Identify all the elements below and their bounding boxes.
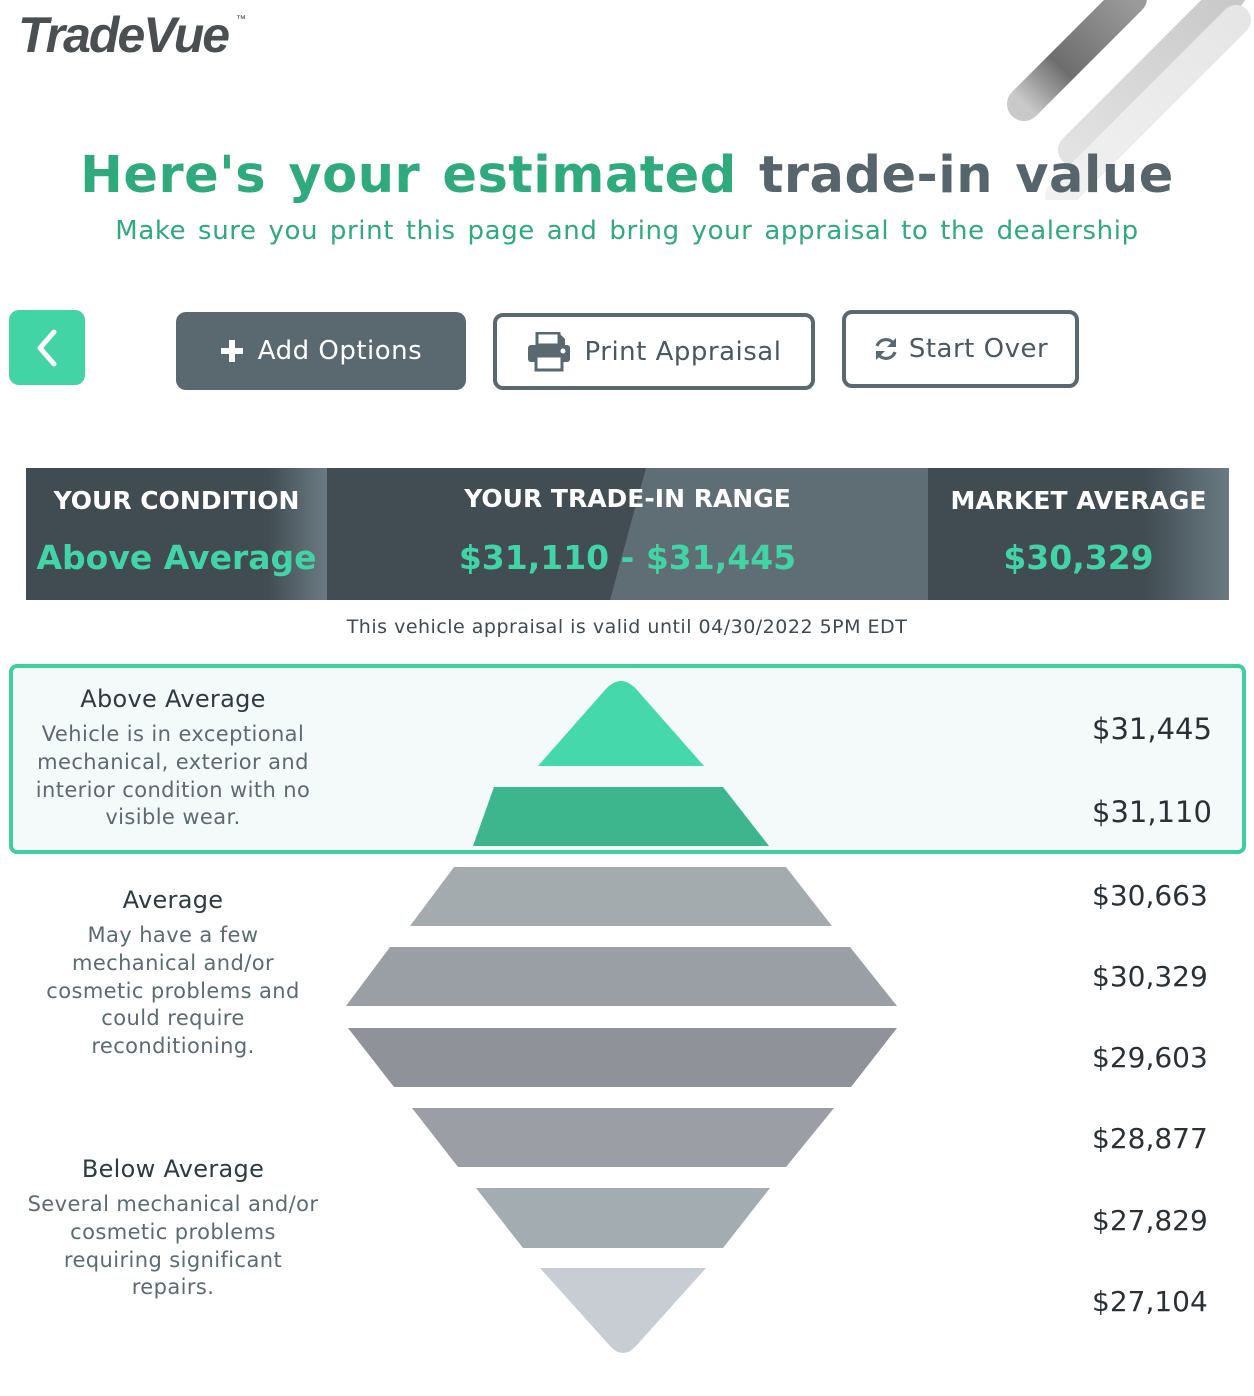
trade-in-range-cell: YOUR TRADE-IN RANGE $31,110 - $31,445	[327, 468, 928, 600]
diamond-tier-1	[538, 681, 704, 766]
price-level-7: $27,829	[1092, 1204, 1208, 1237]
condition-description-above-average: Vehicle is in exceptional mechanical, ex…	[35, 722, 311, 830]
back-button[interactable]	[9, 310, 85, 385]
trade-in-range-value: $31,110 - $31,445	[458, 538, 797, 577]
appraisal-validity-note: This vehicle appraisal is valid until 04…	[346, 616, 908, 638]
page-title-dark: trade-in value	[759, 146, 1174, 205]
your-condition-label: YOUR CONDITION	[53, 486, 300, 515]
print-appraisal-button[interactable]: Print Appraisal	[493, 313, 815, 390]
diamond-tier-5	[348, 1028, 897, 1087]
printer-icon	[527, 331, 570, 371]
diamond-tier-7	[476, 1188, 770, 1248]
price-level-5: $29,603	[1092, 1041, 1208, 1074]
your-condition-value: Above Average	[36, 538, 317, 577]
print-appraisal-label: Print Appraisal	[584, 336, 782, 367]
market-average-label: MARKET AVERAGE	[950, 486, 1207, 515]
add-options-label: Add Options	[257, 336, 423, 366]
condition-title-below-average: Below Average	[81, 1155, 265, 1183]
price-level-4: $30,329	[1092, 960, 1208, 993]
condition-diamond-chart	[346, 681, 897, 1353]
market-average-value: $30,329	[1003, 538, 1154, 577]
trade-in-range-label: YOUR TRADE-IN RANGE	[464, 484, 791, 513]
page-title: Here's your estimated trade-in value	[0, 146, 1254, 205]
price-level-6: $28,877	[1092, 1122, 1208, 1155]
condition-title-average: Average	[122, 886, 224, 914]
tradevue-logo: TradeVue	[18, 7, 230, 63]
price-level-2: $31,110	[1092, 795, 1212, 829]
your-condition-cell: YOUR CONDITION Above Average	[26, 468, 327, 600]
condition-description-below-average: Several mechanical and/or cosmetic probl…	[27, 1192, 319, 1300]
plus-icon	[220, 340, 243, 362]
price-level-8: $27,104	[1092, 1285, 1208, 1318]
chevron-left-icon	[37, 329, 57, 366]
condition-description-average: May have a few mechanical and/or cosmeti…	[46, 923, 300, 1059]
refresh-icon	[875, 338, 897, 360]
start-over-button[interactable]: Start Over	[842, 310, 1079, 388]
start-over-label: Start Over	[908, 334, 1049, 364]
diamond-tier-4	[346, 947, 897, 1006]
condition-title-above-average: Above Average	[80, 685, 266, 713]
diamond-tier-3	[410, 867, 832, 926]
page-title-green: Here's your estimated	[80, 146, 737, 205]
appraisal-summary-bar: YOUR CONDITION Above Average YOUR TRADE-…	[26, 468, 1229, 600]
diamond-tier-2	[473, 787, 769, 846]
add-options-button[interactable]: Add Options	[176, 312, 466, 390]
diamond-tier-8	[540, 1268, 706, 1353]
diamond-tier-6	[412, 1108, 834, 1167]
trademark-symbol: ™	[236, 14, 246, 25]
page-subtitle: Make sure you print this page and bring …	[115, 216, 1139, 246]
price-level-1: $31,445	[1092, 712, 1212, 746]
market-average-cell: MARKET AVERAGE $30,329	[928, 468, 1229, 600]
price-level-3: $30,663	[1092, 879, 1208, 912]
